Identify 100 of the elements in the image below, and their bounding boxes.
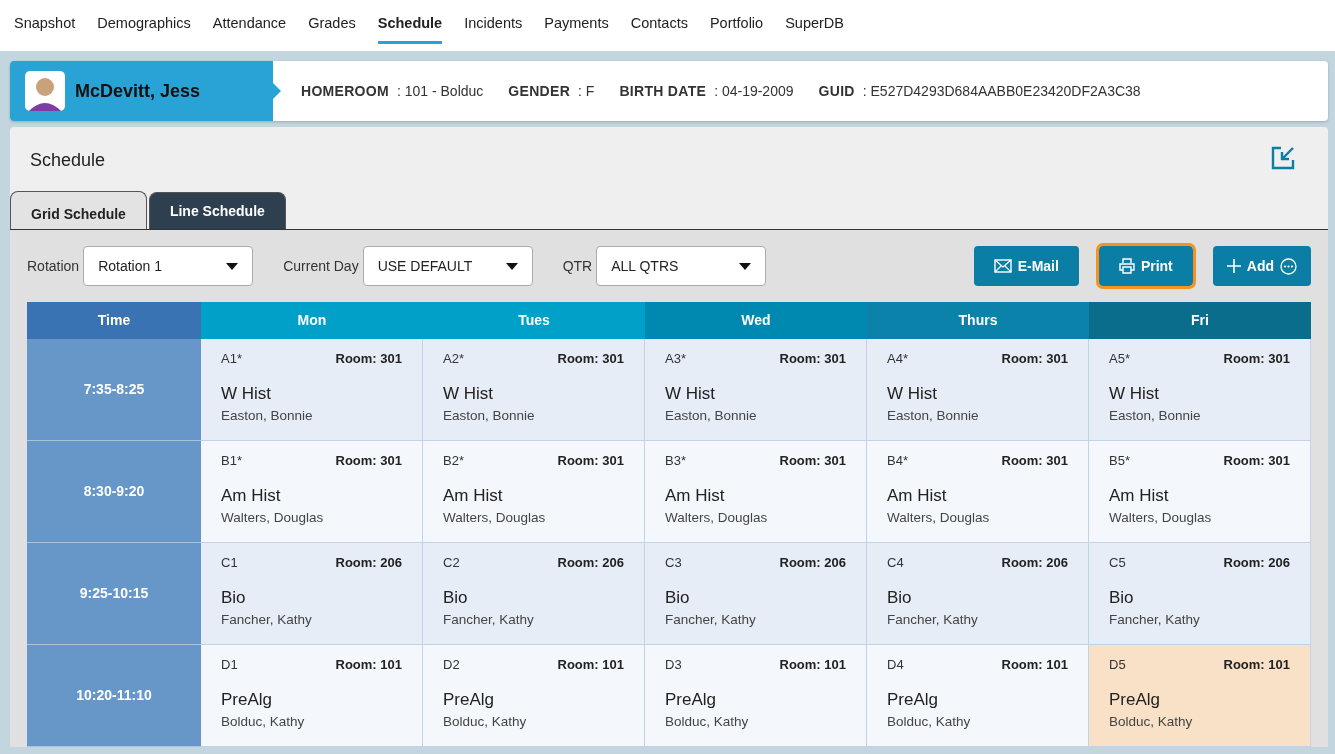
collapse-icon[interactable]	[1270, 145, 1296, 171]
class-cell[interactable]: A3* Room: 301 W Hist Easton, Bonnie	[645, 339, 867, 441]
plus-icon	[1226, 259, 1241, 273]
period-code: C2	[443, 554, 460, 572]
room-label: Room: 206	[779, 554, 846, 572]
nav-tab[interactable]: Contacts	[630, 0, 688, 44]
filter-label: Current Day	[283, 256, 359, 276]
teacher-name: Fancher, Kathy	[1109, 611, 1200, 627]
class-cell[interactable]: A5* Room: 301 W Hist Easton, Bonnie	[1089, 339, 1311, 441]
nav-tab[interactable]: Portfolio	[709, 0, 764, 44]
student-name: McDevitt, Jess	[75, 79, 201, 103]
period-code: A2*	[443, 350, 464, 368]
class-cell[interactable]: C4 Room: 206 Bio Fancher, Kathy	[867, 543, 1089, 645]
add-button[interactable]: Add	[1212, 246, 1311, 286]
room-label: Room: 301	[779, 452, 846, 470]
period-code: D1	[221, 656, 238, 674]
class-cell[interactable]: B2* Room: 301 Am Hist Walters, Douglas	[423, 441, 645, 543]
time-cell: 8:30-9:20	[27, 441, 201, 543]
caret-icon	[739, 262, 752, 270]
class-cell[interactable]: D1 Room: 101 PreAlg Bolduc, Kathy	[201, 645, 423, 747]
period-code: C3	[665, 554, 682, 572]
period-code: B5*	[1109, 452, 1130, 470]
nav-tab[interactable]: Incidents	[464, 0, 523, 44]
schedule-tab[interactable]: Line Schedule	[148, 192, 286, 229]
time-cell: 10:20-11:10	[27, 645, 201, 747]
room-label: Room: 301	[1223, 350, 1290, 368]
nav-tab[interactable]: Schedule	[377, 0, 443, 44]
course-name: PreAlg	[221, 690, 273, 710]
room-label: Room: 206	[335, 554, 402, 572]
course-name: PreAlg	[1109, 690, 1161, 710]
nav-tab[interactable]: SuperDB	[785, 0, 844, 44]
class-cell[interactable]: C3 Room: 206 Bio Fancher, Kathy	[645, 543, 867, 645]
period-code: C1	[221, 554, 238, 572]
class-cell[interactable]: A4* Room: 301 W Hist Easton, Bonnie	[867, 339, 1089, 441]
time-cell: 7:35-8:25	[27, 339, 201, 441]
course-name: W Hist	[665, 384, 716, 404]
field-value: : F	[578, 81, 595, 101]
field-label: BIRTH DATE	[619, 81, 707, 101]
course-name: W Hist	[443, 384, 494, 404]
filter-label: Rotation	[27, 256, 80, 276]
class-cell[interactable]: D4 Room: 101 PreAlg Bolduc, Kathy	[867, 645, 1089, 747]
course-name: Am Hist	[665, 486, 725, 506]
class-cell[interactable]: C2 Room: 206 Bio Fancher, Kathy	[423, 543, 645, 645]
course-name: Bio	[221, 588, 246, 608]
caret-icon	[226, 262, 239, 270]
class-cell[interactable]: D3 Room: 101 PreAlg Bolduc, Kathy	[645, 645, 867, 747]
class-cell[interactable]: B3* Room: 301 Am Hist Walters, Douglas	[645, 441, 867, 543]
class-cell[interactable]: C1 Room: 206 Bio Fancher, Kathy	[201, 543, 423, 645]
class-cell[interactable]: B1* Room: 301 Am Hist Walters, Douglas	[201, 441, 423, 543]
course-name: Bio	[1109, 588, 1134, 608]
room-label: Room: 101	[1001, 656, 1068, 674]
class-cell[interactable]: D5 Room: 101 PreAlg Bolduc, Kathy	[1089, 645, 1311, 747]
course-name: Am Hist	[1109, 486, 1169, 506]
nav-tab[interactable]: Demographics	[97, 0, 191, 44]
teacher-name: Bolduc, Kathy	[443, 713, 527, 729]
period-code: B3*	[665, 452, 686, 470]
room-label: Room: 301	[1223, 452, 1290, 470]
room-label: Room: 301	[1001, 350, 1068, 368]
class-cell[interactable]: A1* Room: 301 W Hist Easton, Bonnie	[201, 339, 423, 441]
course-name: Am Hist	[887, 486, 947, 506]
print-button[interactable]: Print	[1098, 246, 1193, 286]
period-code: A1*	[221, 350, 242, 368]
email-button[interactable]: E-Mail	[973, 246, 1079, 286]
nav-tab[interactable]: Grades	[308, 0, 356, 44]
teacher-name: Easton, Bonnie	[665, 407, 757, 423]
class-cell[interactable]: B5* Room: 301 Am Hist Walters, Douglas	[1089, 441, 1311, 543]
teacher-name: Bolduc, Kathy	[221, 713, 305, 729]
printer-icon	[1118, 258, 1135, 274]
course-name: W Hist	[1109, 384, 1160, 404]
teacher-name: Walters, Douglas	[443, 509, 546, 525]
dropdown-select[interactable]: ALL QTRS	[596, 246, 767, 286]
period-code: C5	[1109, 554, 1126, 572]
period-code: C4	[887, 554, 904, 572]
class-cell[interactable]: B4* Room: 301 Am Hist Walters, Douglas	[867, 441, 1089, 543]
column-header: Mon	[201, 302, 423, 339]
course-name: Bio	[443, 588, 468, 608]
room-label: Room: 101	[335, 656, 402, 674]
teacher-name: Fancher, Kathy	[221, 611, 312, 627]
nav-tab[interactable]: Attendance	[212, 0, 287, 44]
field-label: GUID	[818, 81, 855, 101]
panel-title: Schedule	[30, 149, 106, 172]
course-name: Am Hist	[221, 486, 281, 506]
class-cell[interactable]: A2* Room: 301 W Hist Easton, Bonnie	[423, 339, 645, 441]
class-cell[interactable]: D2 Room: 101 PreAlg Bolduc, Kathy	[423, 645, 645, 747]
period-code: B4*	[887, 452, 908, 470]
class-cell[interactable]: C5 Room: 206 Bio Fancher, Kathy	[1089, 543, 1311, 645]
period-code: A4*	[887, 350, 908, 368]
period-code: D2	[443, 656, 460, 674]
room-label: Room: 101	[557, 656, 624, 674]
room-label: Room: 206	[1001, 554, 1068, 572]
more-icon	[1280, 257, 1297, 275]
nav-tab[interactable]: Payments	[544, 0, 609, 44]
course-name: PreAlg	[665, 690, 717, 710]
schedule-tab[interactable]: Grid Schedule	[10, 191, 147, 229]
nav-tab[interactable]: Snapshot	[14, 0, 76, 44]
field-value: : 04-19-2009	[714, 81, 794, 101]
dropdown-select[interactable]: USE DEFAULT	[362, 246, 533, 286]
period-code: D5	[1109, 656, 1126, 674]
room-label: Room: 101	[779, 656, 846, 674]
dropdown-select[interactable]: Rotation 1	[83, 246, 254, 286]
